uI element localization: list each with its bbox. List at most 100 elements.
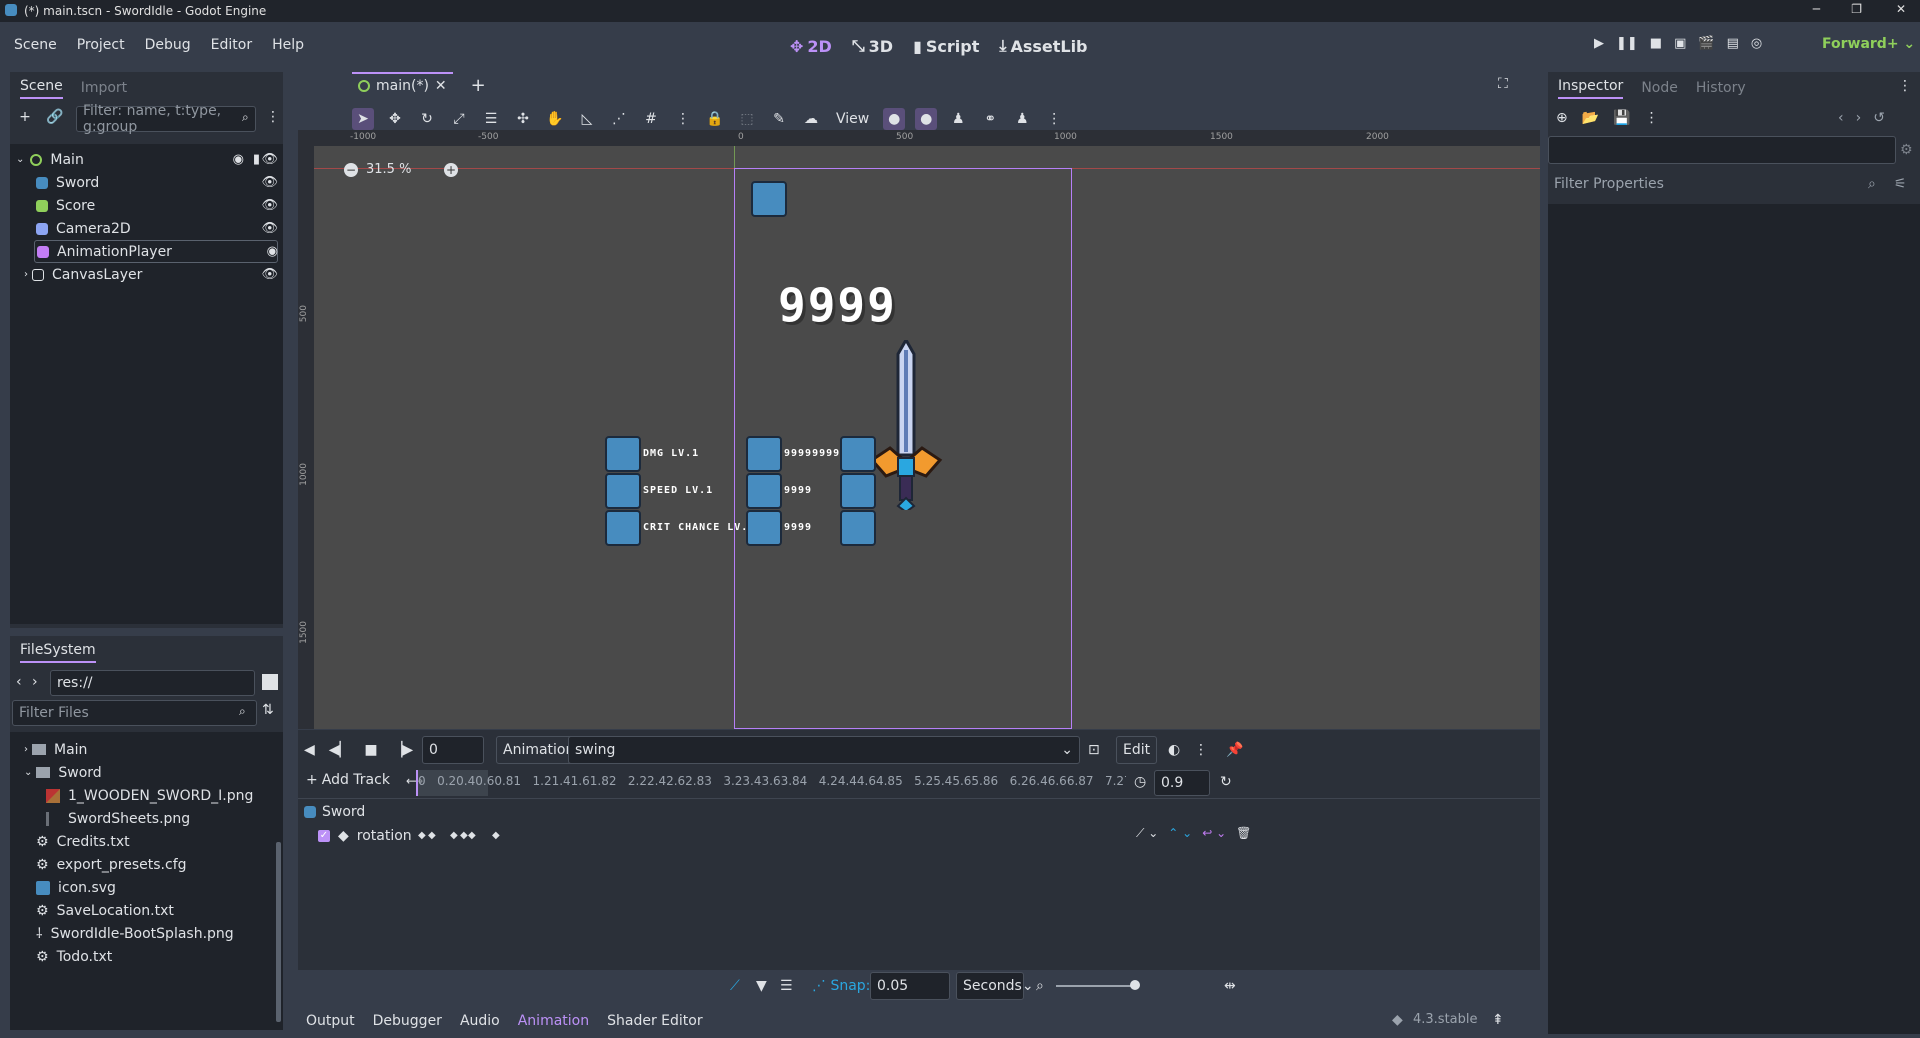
file-item[interactable]: icon.svg — [36, 876, 116, 899]
lock-icon[interactable]: 🔒 — [704, 108, 726, 130]
scrollbar[interactable] — [276, 842, 281, 1022]
keyframe[interactable]: ◆ — [428, 830, 436, 841]
folder-main[interactable]: › Main — [24, 738, 87, 761]
scale-mode-icon[interactable]: ⤢ — [448, 108, 470, 130]
tab-animation[interactable]: Animation — [518, 1013, 589, 1029]
tab-shader-editor[interactable]: Shader Editor — [607, 1013, 702, 1029]
vertical-ruler[interactable]: 500 1000 1500 — [298, 130, 314, 729]
workspace-3d[interactable]: ⤡ 3D — [852, 36, 893, 56]
path-input[interactable]: res:// — [50, 670, 255, 696]
godot-sprite[interactable] — [751, 181, 787, 217]
list-select-icon[interactable]: ☰ — [480, 108, 502, 130]
scene-filter-input[interactable]: Filter: name, t:type, g:group — [76, 103, 256, 135]
score-label[interactable]: 9999 — [778, 278, 897, 332]
script-attached-icon[interactable]: ▮ — [253, 152, 260, 167]
timeline-ruler[interactable]: 0 0.20.40.60.81 1.21.41.61.82 2.22.42.62… — [416, 770, 1126, 796]
filesystem-filter-input[interactable]: Filter Files — [12, 700, 257, 726]
play-from-start-icon[interactable]: ▕▶ — [392, 742, 414, 758]
buy-icon-dmg[interactable] — [840, 436, 876, 472]
snap-unit-select[interactable]: Seconds ⌄ — [956, 972, 1034, 1000]
edit-button[interactable]: Edit — [1116, 736, 1158, 764]
length-input[interactable]: 0.9 — [1154, 770, 1210, 796]
animation-menu-icon[interactable]: ⋮ — [1043, 108, 1065, 130]
upgrade-icon-dmg[interactable] — [605, 436, 641, 472]
tree-node-main[interactable]: ⌄ Main ◉ ▮ 👁 — [16, 148, 278, 171]
resource-menu-icon[interactable]: ⋮ — [1645, 110, 1659, 126]
menu-editor[interactable]: Editor — [201, 37, 262, 53]
bezier-icon[interactable]: ⟋ — [730, 978, 740, 994]
menu-debug[interactable]: Debug — [135, 37, 201, 53]
playhead[interactable] — [416, 770, 418, 796]
scene-tab[interactable]: main(*) ✕ — [352, 72, 453, 98]
keyframe-track[interactable]: ◆ ◆ ◆ ◆ ◆ ◆ — [416, 830, 1136, 846]
track-row[interactable]: ✓ ◆ rotation — [318, 828, 412, 844]
workspace-2d[interactable]: ✥ 2D — [790, 36, 832, 56]
play-scene-icon[interactable]: 🎬 — [1698, 36, 1714, 51]
tree-node-camera[interactable]: Camera2D 👁 — [36, 217, 278, 240]
zoom-slider[interactable] — [1056, 985, 1136, 987]
file-item[interactable]: SwordSheets.png — [46, 807, 190, 830]
checkbox-icon[interactable]: ✓ — [318, 830, 330, 842]
file-item[interactable]: ⸸ SwordIdle-BootSplash.png — [36, 922, 234, 945]
workspace-assetlib[interactable]: ⤓ AssetLib — [999, 36, 1087, 56]
key-clear-icon[interactable]: ⚭ — [979, 108, 1001, 130]
menu-help[interactable]: Help — [262, 37, 314, 53]
track-list-icon[interactable]: ☰ — [780, 978, 793, 994]
workspace-script[interactable]: ▮ Script — [913, 36, 979, 56]
group-icon[interactable]: ⬚ — [736, 108, 758, 130]
interpolation-icon[interactable]: ⌃ ⌄ — [1168, 826, 1192, 841]
tab-audio[interactable]: Audio — [460, 1013, 500, 1029]
file-item[interactable]: ⚙ export_presets.cfg — [36, 853, 187, 876]
sword-sprite[interactable] — [866, 340, 946, 510]
sort-icon[interactable]: ⇅ — [262, 702, 274, 718]
pan-icon[interactable]: ✋ — [544, 108, 566, 130]
inspector-options-icon[interactable]: ⚟ — [1894, 176, 1907, 192]
folder-sword[interactable]: ⌄ Sword — [24, 761, 102, 784]
filter-properties-input[interactable]: Filter Properties — [1554, 176, 1664, 192]
visibility-icon[interactable]: 👁 — [261, 221, 278, 236]
keyframe[interactable]: ◆ — [468, 830, 476, 841]
signal-icon[interactable]: ◉ — [267, 244, 278, 259]
value-icon-dmg[interactable] — [746, 436, 782, 472]
ruler-icon[interactable]: ◺ — [576, 108, 598, 130]
value-icon-crit[interactable] — [746, 510, 782, 546]
view-menu[interactable]: View — [832, 111, 873, 127]
file-item[interactable]: 1_WOODEN_SWORD_I.png — [46, 784, 253, 807]
stop-animation-icon[interactable]: ■ — [364, 742, 377, 758]
visibility-icon[interactable]: 👁 — [261, 198, 278, 213]
close-tab-icon[interactable]: ✕ — [435, 78, 447, 94]
track-node-header[interactable]: Sword — [304, 804, 365, 820]
fit-timeline-icon[interactable]: ⇹ — [1224, 978, 1236, 994]
tree-node-score[interactable]: Score 👁 — [36, 194, 278, 217]
visibility-icon[interactable]: 👁 — [261, 152, 278, 167]
distraction-free-icon[interactable]: ⛶ — [1498, 76, 1508, 92]
close-window-icon[interactable]: ✕ — [1896, 2, 1906, 16]
tab-debugger[interactable]: Debugger — [373, 1013, 442, 1029]
pivot-icon[interactable]: ✣ — [512, 108, 534, 130]
signal-icon[interactable]: ◉ — [233, 152, 244, 167]
keyframe[interactable]: ◆ — [460, 830, 468, 841]
keyframe[interactable]: ◆ — [450, 830, 458, 841]
update-mode-icon[interactable]: ⟋ ⌄ — [1136, 826, 1158, 841]
tab-node[interactable]: Node — [1641, 80, 1678, 96]
tree-node-sword[interactable]: Sword 👁 — [36, 171, 278, 194]
keyframe[interactable]: ◆ — [418, 830, 426, 841]
animation-select[interactable]: swing ⌄ — [568, 736, 1080, 764]
buy-icon-speed[interactable] — [840, 473, 876, 509]
filter-icon[interactable]: ▼ — [756, 978, 767, 994]
onion-skin-icon[interactable]: ◐ — [1168, 742, 1180, 758]
bone-icon[interactable]: ✎ — [768, 108, 790, 130]
tab-filesystem[interactable]: FileSystem — [20, 642, 96, 663]
play-custom-icon[interactable]: ▤ — [1727, 36, 1739, 51]
tree-node-animationplayer[interactable]: AnimationPlayer ◉ — [34, 240, 278, 263]
snap-options-icon[interactable]: ⋮ — [672, 108, 694, 130]
time-input[interactable]: 0 — [422, 736, 484, 764]
history-forward-icon[interactable]: › — [1856, 110, 1862, 126]
forward-icon[interactable]: › — [32, 674, 38, 690]
key-rotation-icon[interactable]: ● — [915, 108, 938, 130]
history-back-icon[interactable]: ‹ — [1838, 110, 1844, 126]
move-mode-icon[interactable]: ✥ — [384, 108, 406, 130]
delete-track-icon[interactable]: 🗑 — [1236, 826, 1251, 841]
menu-project[interactable]: Project — [67, 37, 135, 53]
file-item[interactable]: ⚙ Todo.txt — [36, 945, 112, 968]
